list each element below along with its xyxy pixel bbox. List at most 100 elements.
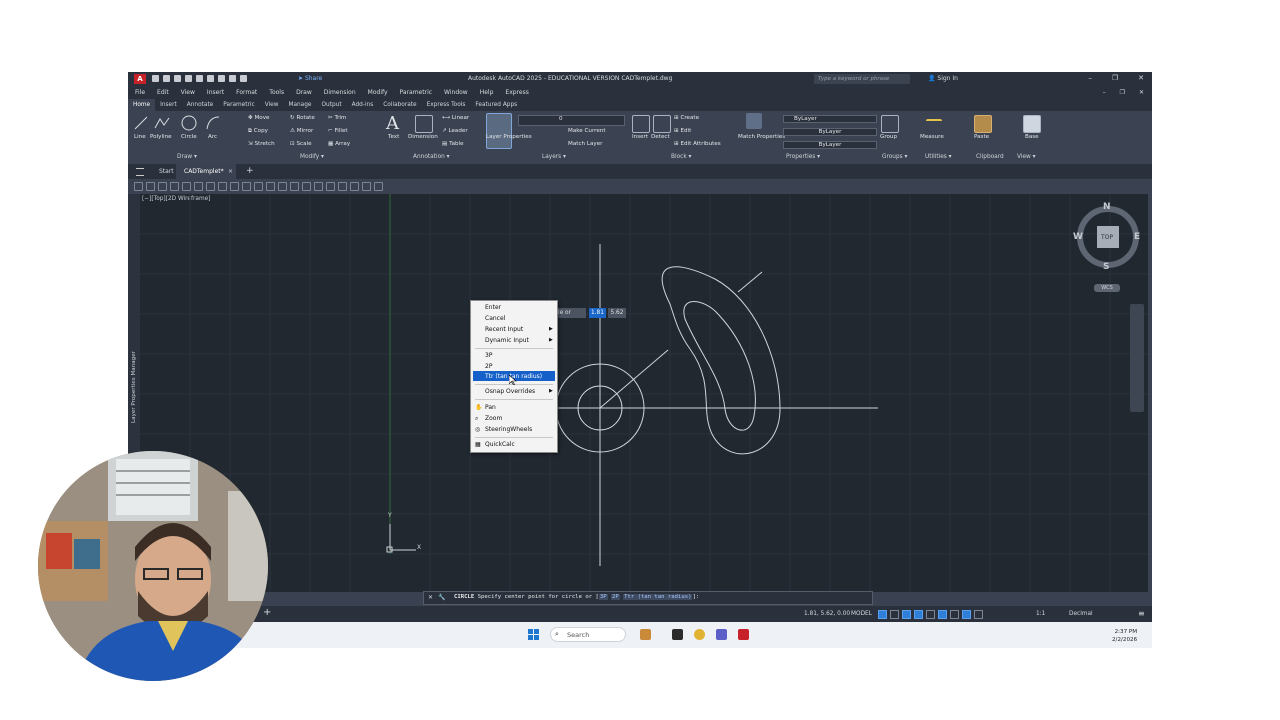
detect-button[interactable]: Detect	[651, 134, 670, 140]
undo-icon[interactable]	[218, 75, 225, 82]
snap-icon-8[interactable]	[218, 182, 227, 191]
open-icon[interactable]	[163, 75, 170, 82]
tab-express-tools[interactable]: Express Tools	[422, 99, 471, 111]
polyline-button[interactable]: Polyline	[150, 134, 172, 140]
circle-button[interactable]: Circle	[181, 134, 197, 140]
context-menu-osnap-overrides[interactable]: Osnap Overrides	[485, 388, 535, 395]
file-explorer-icon[interactable]	[672, 629, 683, 640]
context-menu-enter[interactable]: Enter	[485, 304, 501, 311]
snap-icon-19[interactable]	[350, 182, 359, 191]
snap-icon-13[interactable]	[278, 182, 287, 191]
snap-icon-18[interactable]	[338, 182, 347, 191]
tab-output[interactable]: Output	[316, 99, 346, 111]
tab-annotate[interactable]: Annotate	[182, 99, 219, 111]
snap-icon-4[interactable]	[170, 182, 179, 191]
option-2p[interactable]: 2P	[610, 594, 620, 600]
customization-menu-icon[interactable]: ≡	[1138, 609, 1145, 618]
dimension-icon[interactable]	[415, 115, 433, 133]
tab-add-ins[interactable]: Add-ins	[347, 99, 379, 111]
view-panel-label[interactable]: View ▾	[1017, 154, 1036, 160]
tab-start[interactable]: Start	[159, 168, 174, 175]
tab-collaborate[interactable]: Collaborate	[378, 99, 421, 111]
group-icon[interactable]	[881, 115, 899, 133]
clipboard-panel-label[interactable]: Clipboard	[976, 154, 1004, 160]
share-button[interactable]: ➤ Share	[298, 75, 322, 82]
line-button[interactable]: Line	[134, 134, 146, 140]
snap-icon-15[interactable]	[302, 182, 311, 191]
modify-panel-label[interactable]: Modify ▾	[300, 154, 324, 160]
ortho-toggle-icon[interactable]	[902, 610, 911, 619]
teams-icon[interactable]	[716, 629, 727, 640]
context-menu-steeringwheels[interactable]: SteeringWheels	[485, 426, 532, 433]
chrome-icon[interactable]	[694, 629, 705, 640]
autocad-logo-button[interactable]: A	[134, 74, 146, 84]
menu-view[interactable]: View	[181, 86, 195, 99]
menu-tools[interactable]: Tools	[269, 86, 284, 99]
menu-modify[interactable]: Modify	[368, 86, 388, 99]
edit-block-button[interactable]: ⊞ Edit	[674, 128, 691, 134]
start-button[interactable]	[528, 629, 539, 640]
menu-edit[interactable]: Edit	[157, 86, 169, 99]
leader-button[interactable]: ↗ Leader	[442, 128, 468, 134]
make-current-button[interactable]: Make Current	[568, 128, 606, 134]
layer-properties-button[interactable]: Layer Properties	[486, 134, 532, 141]
tab-manage[interactable]: Manage	[283, 99, 316, 111]
close-tab-icon[interactable]: ×	[228, 168, 233, 175]
rotate-button[interactable]: ↻ Rotate	[290, 115, 315, 121]
snap-icon-16[interactable]	[314, 182, 323, 191]
arc-icon[interactable]	[205, 115, 221, 131]
snap-icon-6[interactable]	[194, 182, 203, 191]
scale-button[interactable]: ⊡ Scale	[290, 141, 312, 147]
measure-button[interactable]: Measure	[920, 134, 944, 140]
restore-icon[interactable]: ❐	[1112, 74, 1118, 82]
block-panel-label[interactable]: Block ▾	[671, 154, 691, 160]
draw-panel-label[interactable]: Draw ▾	[177, 154, 197, 160]
snap-icon-10[interactable]	[242, 182, 251, 191]
menu-draw[interactable]: Draw	[296, 86, 312, 99]
context-menu-3p[interactable]: 3P	[485, 352, 492, 359]
color-dropdown[interactable]: ByLayer	[783, 115, 877, 123]
navigation-bar[interactable]	[1130, 304, 1144, 412]
line-icon[interactable]	[133, 115, 149, 131]
new-tab-button[interactable]: +	[246, 166, 254, 176]
grid-toggle-icon[interactable]	[878, 610, 887, 619]
dimension-button[interactable]: Dimension	[408, 134, 438, 140]
snap-icon-20[interactable]	[362, 182, 371, 191]
menu-help[interactable]: Help	[480, 86, 494, 99]
snap-toggle-icon[interactable]	[890, 610, 899, 619]
context-menu-zoom[interactable]: Zoom	[485, 415, 502, 422]
snap-icon-5[interactable]	[182, 182, 191, 191]
drawing-minimize-icon[interactable]: –	[1103, 86, 1106, 99]
measure-icon[interactable]	[926, 119, 942, 125]
wcs-menu[interactable]: WCS	[1094, 284, 1120, 292]
snap-icon-17[interactable]	[326, 182, 335, 191]
sign-in-button[interactable]: 👤 Sign In	[928, 75, 958, 82]
linetype-dropdown[interactable]: ByLayer	[783, 128, 877, 136]
file-tabs-menu-icon[interactable]	[136, 168, 144, 176]
edit-attributes-button[interactable]: ⊞ Edit Attributes	[674, 141, 721, 147]
context-menu-pan[interactable]: Pan	[485, 404, 496, 411]
snap-icon-12[interactable]	[266, 182, 275, 191]
layers-panel-label[interactable]: Layers ▾	[542, 154, 566, 160]
table-button[interactable]: ▤ Table	[442, 141, 464, 147]
menu-file[interactable]: File	[135, 86, 145, 99]
annotation-scale[interactable]: 1:1	[1036, 611, 1045, 617]
menu-dimension[interactable]: Dimension	[324, 86, 356, 99]
tab-view[interactable]: View	[260, 99, 284, 111]
snap-icon-14[interactable]	[290, 182, 299, 191]
base-button[interactable]: Base	[1025, 134, 1039, 140]
autoscale-icon[interactable]	[974, 610, 983, 619]
save-icon[interactable]	[174, 75, 181, 82]
tab-home[interactable]: Home	[128, 99, 156, 111]
plot-icon[interactable]	[207, 75, 214, 82]
context-menu-recent-input[interactable]: Recent Input	[485, 326, 523, 333]
snap-icon-1[interactable]	[134, 182, 143, 191]
text-button[interactable]: Text	[388, 134, 399, 140]
array-button[interactable]: ▦ Array	[328, 141, 350, 147]
command-line[interactable]: ✕ 🔧 CIRCLE Specify center point for circ…	[423, 591, 873, 605]
drawing-close-icon[interactable]: ✕	[1139, 86, 1144, 99]
widgets-icon[interactable]	[640, 629, 651, 640]
move-button[interactable]: ✥ Move	[248, 115, 269, 121]
context-menu-cancel[interactable]: Cancel	[485, 315, 505, 322]
tab-featured-apps[interactable]: Featured Apps	[470, 99, 522, 111]
